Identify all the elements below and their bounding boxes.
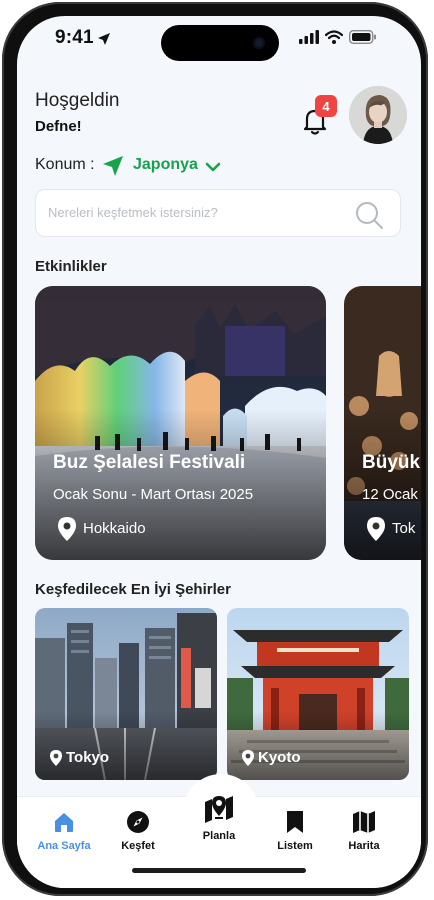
bookmark-icon <box>287 811 303 833</box>
phone-frame: 9:41 Hoşgeldin Defne! 4 Konum: Japonya … <box>2 2 428 896</box>
city-card-kyoto[interactable]: Kyoto <box>227 608 409 780</box>
chevron-down-icon[interactable] <box>205 160 221 174</box>
city-name: Tokyo <box>66 749 110 766</box>
search-icon[interactable] <box>354 200 384 230</box>
location-pin-icon <box>367 517 385 541</box>
user-name: Defne! <box>35 118 82 135</box>
home-icon <box>55 813 73 832</box>
city-name: Kyoto <box>258 749 301 766</box>
city-card-tokyo[interactable]: Tokyo <box>35 608 217 780</box>
nav-item-plan[interactable]: Planla <box>184 794 254 842</box>
battery-icon <box>349 30 376 44</box>
search-bar[interactable] <box>35 189 401 237</box>
cellular-signal-icon <box>299 30 319 44</box>
nav-label: Listem <box>277 840 313 852</box>
status-time: 9:41 <box>55 27 94 48</box>
search-input[interactable] <box>46 204 350 221</box>
nav-label: Planla <box>202 830 236 842</box>
avatar[interactable] <box>349 86 407 144</box>
nav-label: Harita <box>348 840 380 852</box>
event-date: 12 Ocak <box>362 486 418 503</box>
location-selector[interactable]: Japonya <box>133 156 198 174</box>
compass-icon <box>127 811 149 833</box>
nav-item-home[interactable]: Ana Sayfa <box>29 810 99 852</box>
wifi-icon <box>325 30 343 44</box>
event-title: Buz Şelalesi Festivali <box>53 452 246 473</box>
map-icon <box>353 811 375 833</box>
navigation-arrow-icon <box>103 156 123 176</box>
nav-item-list[interactable]: Listem <box>260 810 330 852</box>
location-pin-icon <box>242 750 254 766</box>
event-card[interactable]: Buz Şelalesi Festivali Ocak Sonu - Mart … <box>35 286 326 560</box>
events-section-title: Etkinlikler <box>35 258 107 275</box>
cities-section-title: Keşfedilecek En İyi Şehirler <box>35 581 231 598</box>
event-card[interactable]: Büyük 12 Ocak Tok <box>344 286 421 560</box>
home-indicator <box>132 868 306 873</box>
greeting-text: Hoşgeldin <box>35 90 120 111</box>
screen: 9:41 Hoşgeldin Defne! 4 Konum: Japonya … <box>17 16 421 888</box>
nav-label: Keşfet <box>121 840 155 852</box>
event-title: Büyük <box>362 452 421 473</box>
event-date: Ocak Sonu - Mart Ortası 2025 <box>53 486 254 503</box>
nav-label: Ana Sayfa <box>37 840 91 852</box>
dynamic-island <box>161 25 279 61</box>
event-image-ice-festival <box>35 286 326 560</box>
notification-badge: 4 <box>315 95 337 117</box>
profile-photo <box>349 86 407 144</box>
nav-item-map[interactable]: Harita <box>329 810 399 852</box>
status-bar: 9:41 <box>17 16 421 64</box>
camera-icon <box>253 37 265 49</box>
event-place: Hokkaido <box>83 520 146 537</box>
nav-item-discover[interactable]: Keşfet <box>103 810 173 852</box>
map-pin-icon <box>205 796 233 823</box>
location-label: Konum : <box>35 156 95 173</box>
location-arrow-icon <box>98 33 110 45</box>
event-place: Tok <box>392 520 416 537</box>
location-pin-icon <box>50 750 62 766</box>
location-pin-icon <box>58 517 76 541</box>
